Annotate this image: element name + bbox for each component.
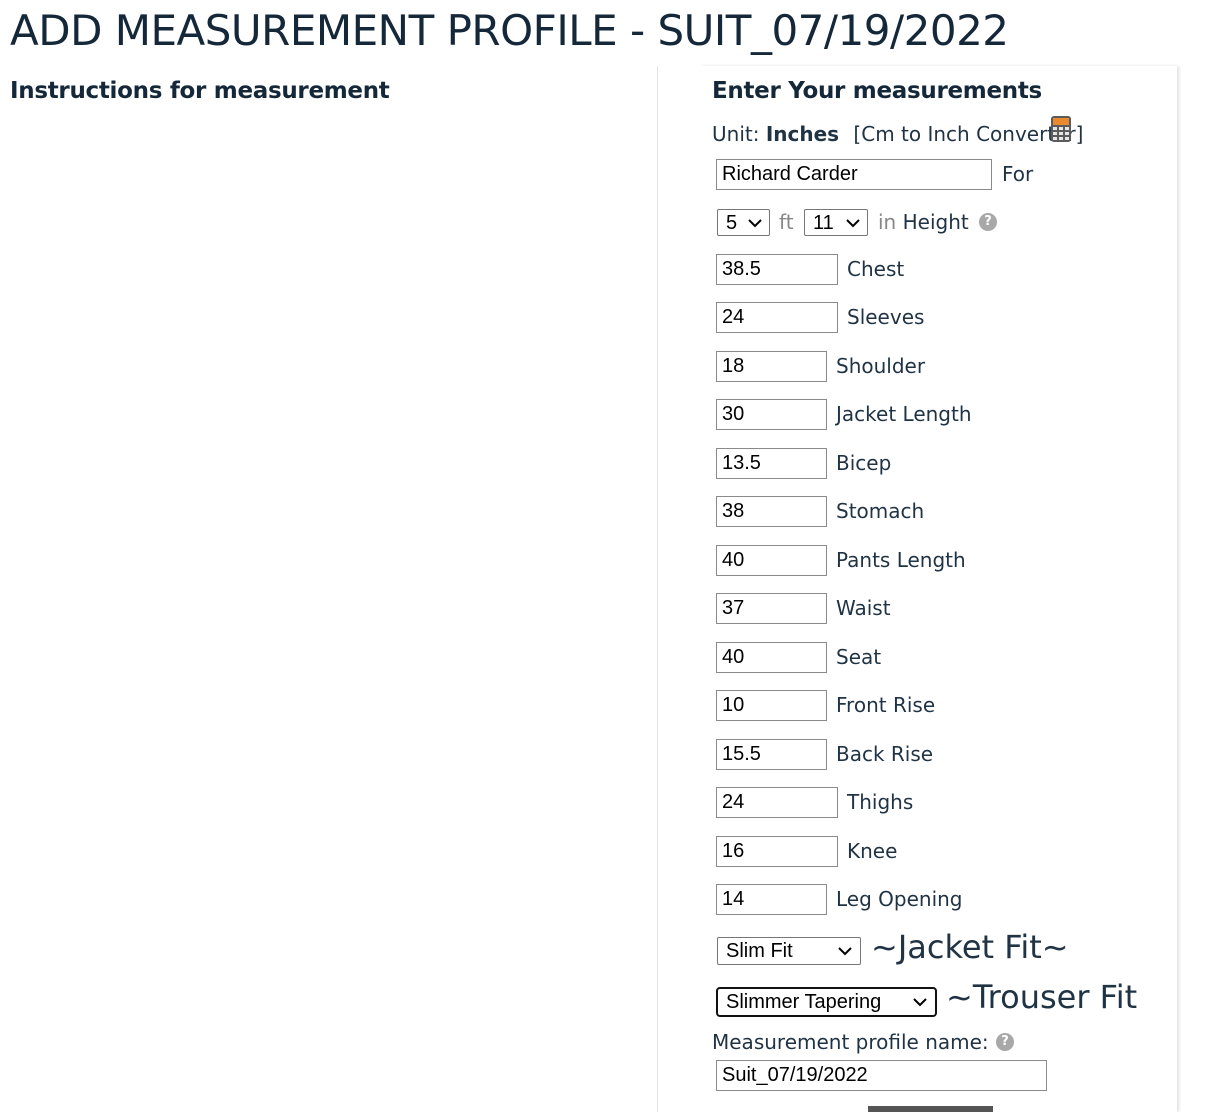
knee-label: Knee xyxy=(847,839,898,863)
height-inches-select[interactable]: 11 xyxy=(804,209,868,236)
front-rise-label: Front Rise xyxy=(836,693,936,717)
height-label: Height xyxy=(902,210,969,234)
chevron-down-icon xyxy=(846,218,860,227)
measurements-heading: Enter Your measurements xyxy=(712,78,1042,104)
help-icon[interactable]: ? xyxy=(979,213,997,231)
chevron-down-icon xyxy=(748,218,762,227)
cm-to-inch-converter-link[interactable]: [Cm to Inch Convertor] xyxy=(853,122,1083,146)
bicep-input[interactable] xyxy=(716,448,827,479)
trouser-fit-select[interactable]: Slimmer Tapering xyxy=(716,987,937,1017)
back-rise-label: Back Rise xyxy=(836,742,934,766)
sleeves-input[interactable] xyxy=(716,302,838,333)
shoulder-label: Shoulder xyxy=(836,354,926,378)
trouser-fit-label: ~Trouser Fit xyxy=(946,978,1138,1016)
jacket-length-label: Jacket Length xyxy=(836,402,972,426)
submit-button[interactable] xyxy=(868,1106,993,1112)
chest-input[interactable] xyxy=(716,254,838,285)
unit-line: Unit: Inches [Cm to Inch Convertor] xyxy=(712,122,1083,146)
seat-input[interactable] xyxy=(716,642,827,673)
jacket-fit-label: ~Jacket Fit~ xyxy=(871,928,1069,966)
profile-name-label: Measurement profile name: xyxy=(712,1030,989,1054)
height-feet-value: 5 xyxy=(726,212,738,234)
pants-length-label: Pants Length xyxy=(836,548,966,572)
jacket-fit-value: Slim Fit xyxy=(726,940,793,962)
bicep-label: Bicep xyxy=(836,451,892,475)
pants-length-input[interactable] xyxy=(716,545,827,576)
trouser-fit-value: Slimmer Tapering xyxy=(726,991,882,1013)
shoulder-input[interactable] xyxy=(716,351,827,382)
feet-unit-label: ft xyxy=(779,210,794,234)
waist-input[interactable] xyxy=(716,593,827,624)
for-label: For xyxy=(1002,162,1034,186)
height-feet-select[interactable]: 5 xyxy=(717,209,770,236)
jacket-fit-select[interactable]: Slim Fit xyxy=(717,937,861,965)
page-title: ADD MEASUREMENT PROFILE - SUIT_07/19/202… xyxy=(10,6,1009,55)
front-rise-input[interactable] xyxy=(716,690,827,721)
column-divider xyxy=(657,66,658,1112)
unit-value: Inches xyxy=(765,122,840,146)
chevron-down-icon xyxy=(913,998,927,1007)
knee-input[interactable] xyxy=(716,836,838,867)
unit-prefix: Unit: xyxy=(712,122,760,146)
chevron-down-icon xyxy=(838,947,852,956)
height-inches-value: 11 xyxy=(813,212,834,234)
calculator-icon[interactable] xyxy=(1050,115,1072,143)
waist-label: Waist xyxy=(836,596,891,620)
stomach-label: Stomach xyxy=(836,499,925,523)
sleeves-label: Sleeves xyxy=(847,305,925,329)
leg-opening-input[interactable] xyxy=(716,884,827,915)
help-icon[interactable]: ? xyxy=(996,1033,1014,1051)
height-label-group: in Height xyxy=(878,210,969,234)
leg-opening-label: Leg Opening xyxy=(836,887,963,911)
inches-unit-label: in xyxy=(878,210,897,234)
chest-label: Chest xyxy=(847,257,905,281)
stomach-input[interactable] xyxy=(716,496,827,527)
profile-name-input[interactable] xyxy=(716,1060,1047,1091)
thighs-input[interactable] xyxy=(716,787,838,818)
thighs-label: Thighs xyxy=(847,790,914,814)
customer-name-input[interactable] xyxy=(716,159,992,190)
seat-label: Seat xyxy=(836,645,882,669)
jacket-length-input[interactable] xyxy=(716,399,827,430)
instructions-heading: Instructions for measurement xyxy=(10,78,390,104)
back-rise-input[interactable] xyxy=(716,739,827,770)
